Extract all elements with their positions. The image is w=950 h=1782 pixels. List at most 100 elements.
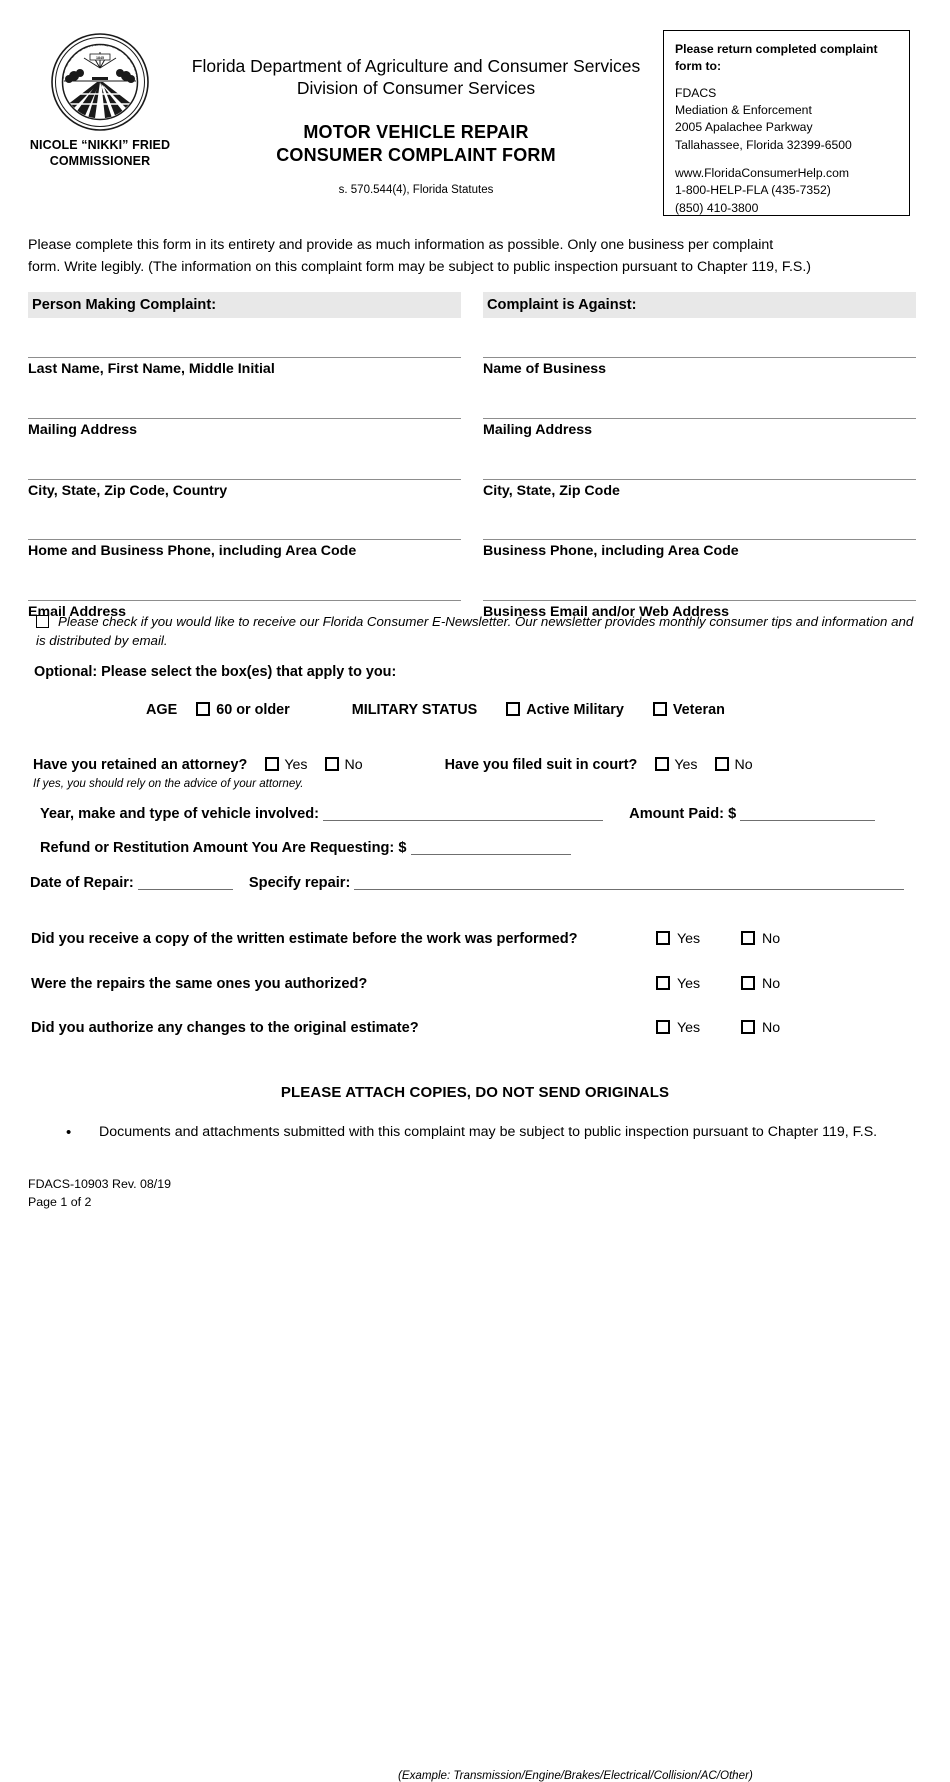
answer-yes-group[interactable]: Yes — [656, 931, 700, 947]
refund-amount-input[interactable] — [410, 840, 571, 855]
write-line[interactable] — [28, 417, 461, 419]
suit-question-label: Have you filed suit in court? — [444, 757, 638, 773]
return-address-title: Please return completed complaint form t… — [675, 42, 878, 74]
q3-no-checkbox[interactable] — [741, 1020, 755, 1034]
q1-no-checkbox[interactable] — [741, 931, 755, 945]
vehicle-description-input[interactable] — [323, 806, 604, 821]
active-military-checkbox[interactable] — [506, 702, 521, 716]
business-section-header: Complaint is Against: — [483, 292, 916, 318]
complaint-form-page: FLORIDA DEPARTMENT OF AGRICULTURE AND CO… — [0, 0, 950, 1782]
field-business-mailing-address[interactable]: Mailing Address — [483, 379, 916, 440]
attorney-yes-label: Yes — [284, 757, 308, 773]
write-line[interactable] — [28, 539, 461, 541]
field-complainant-mailing-address[interactable]: Mailing Address — [28, 379, 461, 440]
write-line[interactable] — [483, 600, 916, 601]
question-row-written-estimate: Did you receive a copy of the written es… — [31, 931, 925, 947]
date-of-repair-label: Date of Repair: — [30, 875, 134, 891]
newsletter-optin-row[interactable]: Please check if you would like to receiv… — [36, 612, 916, 651]
answer-no-group[interactable]: No — [741, 1020, 780, 1036]
svg-text:1845: 1845 — [96, 56, 104, 60]
q3-yes-label: Yes — [677, 1020, 701, 1036]
write-line[interactable] — [483, 478, 916, 480]
question-row-authorized-changes: Did you authorize any changes to the ori… — [31, 1020, 925, 1036]
department-name: Florida Department of Agriculture and Co… — [191, 56, 641, 76]
field-complainant-name[interactable]: Last Name, First Name, Middle Initial — [28, 318, 461, 379]
attorney-advice-note: If yes, you should rely on the advice of… — [33, 777, 304, 790]
answer-yes-group[interactable]: Yes — [656, 1020, 700, 1036]
answer-no-group[interactable]: No — [741, 976, 780, 992]
public-inspection-bullet: • Documents and attachments submitted wi… — [66, 1122, 896, 1143]
commissioner-block: NICOLE “NIKKI” FRIED COMMISSIONER — [10, 138, 190, 169]
form-title-line-2: CONSUMER COMPLAINT FORM — [276, 145, 556, 166]
return-spacer — [675, 154, 898, 165]
instructions-line-1: Please complete this form in its entiret… — [28, 237, 774, 253]
specify-repair-input[interactable] — [354, 875, 905, 890]
question-text: Did you receive a copy of the written es… — [31, 931, 578, 947]
q3-no-label: No — [762, 1020, 781, 1036]
q1-yes-checkbox[interactable] — [656, 931, 670, 945]
q2-no-label: No — [762, 976, 781, 992]
q2-no-checkbox[interactable] — [741, 976, 755, 990]
vehicle-description-label: Year, make and type of vehicle involved: — [40, 806, 320, 822]
write-line[interactable] — [28, 600, 461, 601]
newsletter-checkbox[interactable] — [36, 615, 49, 628]
form-number: FDACS-10903 Rev. 08/19 — [28, 1177, 172, 1191]
refund-request-row: Refund or Restitution Amount You Are Req… — [40, 840, 924, 856]
division-name: Division of Consumer Services — [296, 78, 536, 99]
business-column: Complaint is Against: Name of Business M… — [483, 292, 916, 622]
amount-paid-input[interactable] — [740, 806, 876, 821]
attach-copies-notice: PLEASE ATTACH COPIES, DO NOT SEND ORIGIN… — [280, 1084, 670, 1101]
write-line[interactable] — [483, 357, 916, 358]
field-business-phone[interactable]: Business Phone, including Area Code — [483, 500, 916, 561]
commissioner-title: COMMISSIONER — [49, 153, 151, 168]
optional-demographics-row: AGE 60 or older MILITARY STATUS Active Mili… — [34, 702, 924, 718]
attorney-yes-checkbox[interactable] — [265, 757, 280, 771]
suit-yes-label: Yes — [674, 757, 698, 773]
q1-no-label: No — [762, 931, 781, 947]
write-line[interactable] — [28, 357, 461, 358]
instructions-paragraph: Please complete this form in its entiret… — [28, 235, 920, 278]
field-complainant-city-state-zip-country[interactable]: City, State, Zip Code, Country — [28, 440, 461, 501]
complainant-column: Person Making Complaint: Last Name, Firs… — [28, 292, 461, 622]
question-text: Did you authorize any changes to the ori… — [31, 1020, 419, 1036]
attorney-no-label: No — [344, 757, 363, 773]
return-city-state-zip: Tallahassee, Florida 32399-6500 — [675, 137, 852, 152]
form-title: MOTOR VEHICLE REPAIR CONSUMER COMPLAINT … — [176, 121, 656, 168]
field-complainant-phone[interactable]: Home and Business Phone, including Area … — [28, 500, 461, 561]
suit-no-checkbox[interactable] — [715, 757, 730, 771]
answer-no-group[interactable]: No — [741, 931, 780, 947]
refund-amount-label: Refund or Restitution Amount You Are Req… — [40, 840, 407, 856]
amount-paid-label: Amount Paid: $ — [629, 806, 737, 822]
active-military-label: Active Military — [526, 702, 624, 718]
answer-yes-group[interactable]: Yes — [656, 976, 700, 992]
suit-yes-checkbox[interactable] — [655, 757, 670, 771]
date-of-repair-input[interactable] — [137, 875, 233, 890]
newsletter-text: Please check if you would like to receiv… — [36, 614, 914, 649]
field-business-city-state-zip[interactable]: City, State, Zip Code — [483, 440, 916, 501]
return-phone: (850) 410-3800 — [675, 200, 759, 215]
form-title-line-1: MOTOR VEHICLE REPAIR — [303, 121, 529, 142]
age-60-or-older-label: 60 or older — [216, 702, 290, 718]
write-line[interactable] — [483, 417, 916, 419]
question-row-same-repairs: Were the repairs the same ones you autho… — [31, 976, 925, 992]
title-block: Florida Department of Agriculture and Co… — [176, 55, 656, 196]
q2-yes-label: Yes — [677, 976, 701, 992]
vehicle-info-row: Year, make and type of vehicle involved:… — [40, 806, 924, 822]
instructions-line-2: form. Write legibly. (The information on… — [28, 258, 812, 275]
optional-section-title: Optional: Please select the box(es) that… — [34, 664, 397, 680]
field-label: Business Phone, including Area Code — [483, 543, 739, 560]
veteran-checkbox[interactable] — [652, 702, 667, 716]
write-line[interactable] — [28, 478, 461, 480]
q3-yes-checkbox[interactable] — [656, 1020, 670, 1034]
military-status-label: MILITARY STATUS — [351, 702, 478, 718]
field-business-name[interactable]: Name of Business — [483, 318, 916, 379]
q2-yes-checkbox[interactable] — [656, 976, 670, 990]
form-footer-identifier: FDACS-10903 Rev. 08/19 Page 1 of 2 — [28, 1176, 171, 1211]
repair-details-row: Date of Repair: Specify repair: (Example… — [30, 875, 924, 1782]
age-60-or-older-checkbox[interactable] — [196, 702, 211, 716]
attorney-question-label: Have you retained an attorney? — [33, 757, 248, 773]
form-header: FLORIDA DEPARTMENT OF AGRICULTURE AND CO… — [0, 0, 950, 225]
attorney-no-checkbox[interactable] — [325, 757, 340, 771]
write-line[interactable] — [483, 539, 916, 541]
return-agency: FDACS — [675, 85, 717, 100]
